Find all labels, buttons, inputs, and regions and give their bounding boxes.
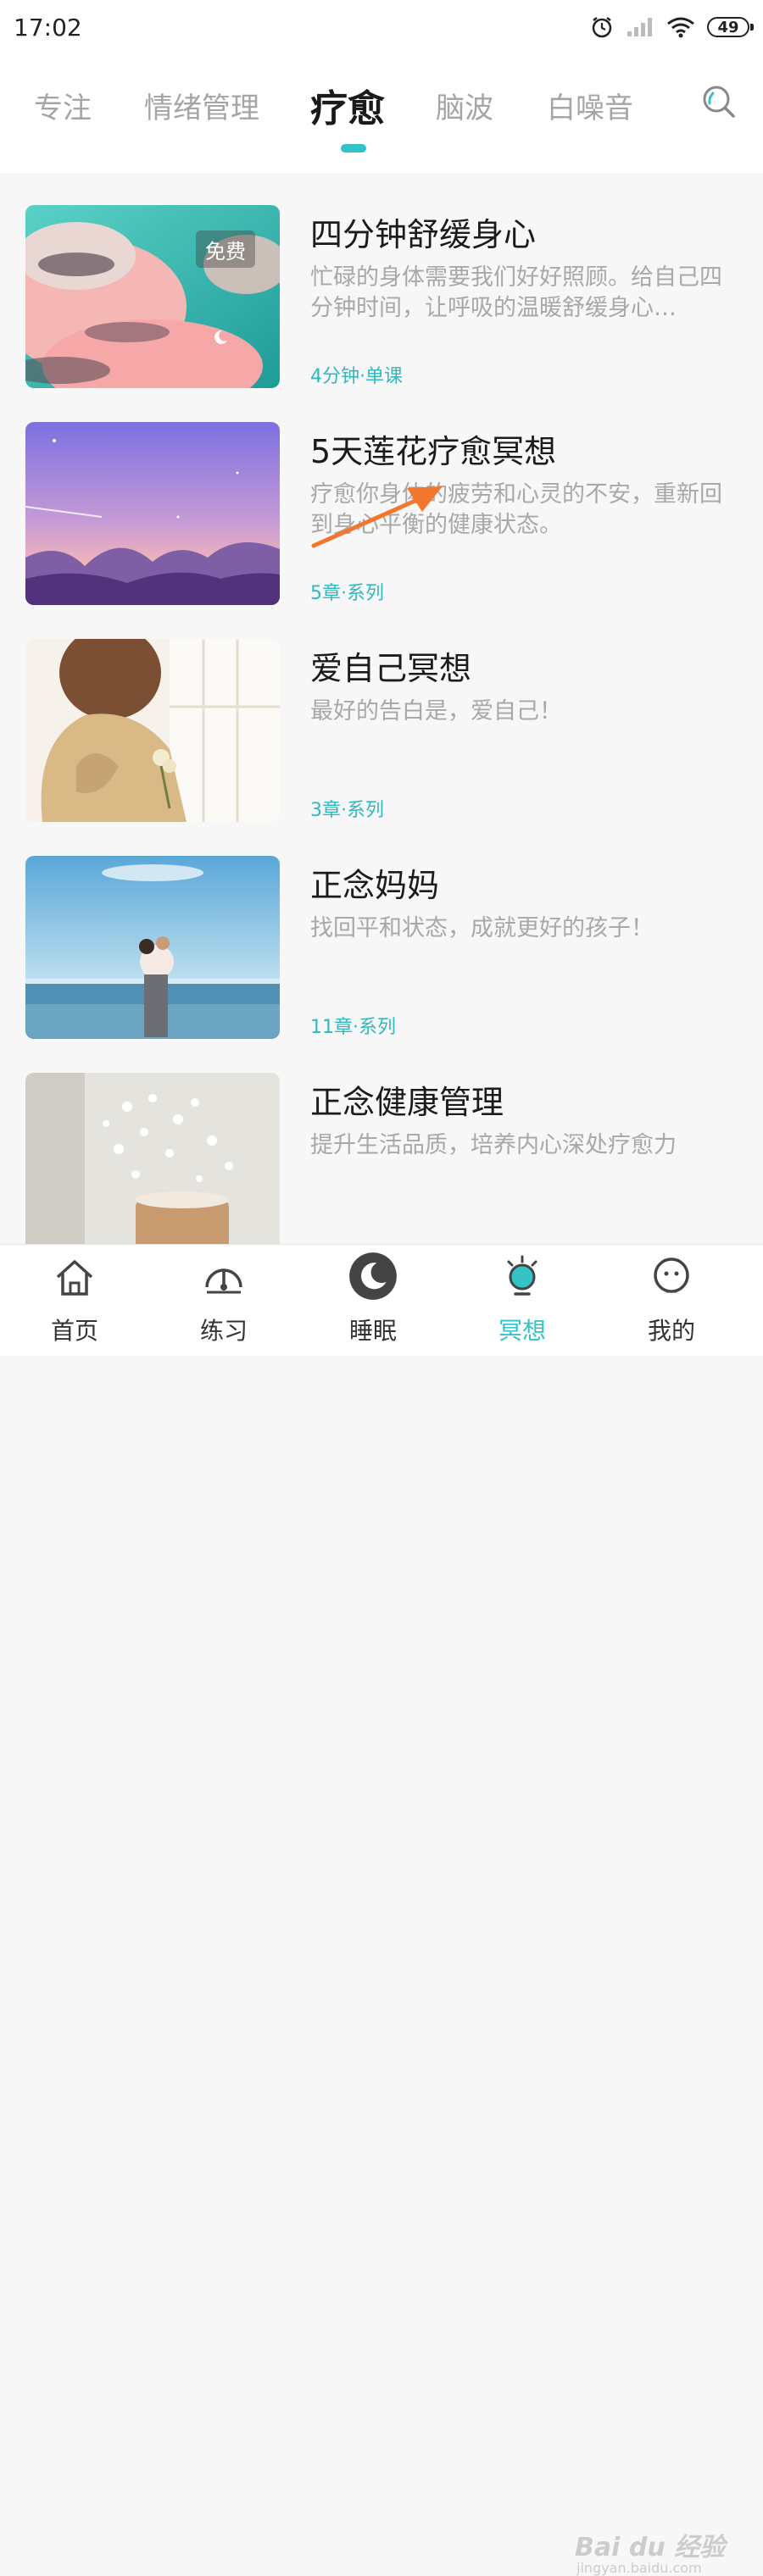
status-bar: 17:02 49 [0, 0, 763, 54]
nav-meditate[interactable]: 冥想 [463, 1245, 582, 1357]
status-icons: 49 [590, 15, 754, 39]
battery-level: 49 [717, 18, 739, 36]
course-title: 四分钟舒缓身心 [310, 216, 537, 253]
battery-icon: 49 [707, 17, 754, 37]
course-description: 提升生活品质，培养内心深处疗愈力 [310, 1132, 677, 1158]
nav-label: 冥想 [498, 1317, 546, 1345]
tab-emotion-management[interactable]: 情绪管理 [144, 85, 259, 126]
search-icon[interactable] [700, 83, 738, 120]
tab-healing[interactable]: 疗愈 [310, 78, 385, 132]
course-meta: 5章·系列 [310, 583, 384, 604]
tab-white-noise[interactable]: 白噪音 [547, 85, 633, 126]
nav-label: 我的 [647, 1317, 695, 1345]
moon-icon [349, 1252, 397, 1300]
nav-label: 睡眠 [348, 1317, 397, 1345]
course-thumbnail [25, 639, 280, 822]
course-thumbnail: 免费 [25, 205, 280, 388]
course-title: 正念妈妈 [310, 867, 440, 904]
nav-label: 练习 [199, 1317, 248, 1345]
bottom-nav: 首页 练习 睡眠 冥想 我的 Bai du 经验 jingyan.baidu.c… [0, 1244, 763, 2576]
course-meta: 11章·系列 [310, 1017, 396, 1038]
annotation-arrow [311, 486, 443, 548]
status-time: 17:02 [14, 13, 82, 42]
home-icon [56, 1260, 93, 1296]
tab-brainwave[interactable]: 脑波 [436, 85, 493, 126]
course-card[interactable]: 爱自己冥想 最好的告白是，爱自己！ 3章·系列 [0, 639, 763, 822]
watermark-url: jingyan.baidu.com [576, 2560, 702, 2576]
nav-label: 首页 [50, 1317, 98, 1345]
course-title: 5天莲花疗愈冥想 [310, 433, 557, 470]
course-card[interactable]: 正念妈妈 找回平和状态，成就更好的孩子！ 11章·系列 [0, 856, 763, 1039]
category-tabs: 专注 情绪管理 疗愈 脑波 白噪音 [0, 54, 763, 173]
nav-sleep[interactable]: 睡眠 [314, 1245, 432, 1357]
face-icon [654, 1257, 689, 1293]
course-thumbnail [25, 1073, 280, 1244]
course-description: 找回平和状态，成就更好的孩子！ [310, 915, 654, 941]
course-thumbnail [25, 422, 280, 605]
course-title: 正念健康管理 [310, 1084, 504, 1121]
course-card[interactable]: 免费 四分钟舒缓身心 忙碌的身体需要我们好好照顾。给自己四分钟时间，让呼吸的温暖… [0, 205, 763, 388]
nav-practice[interactable]: 练习 [164, 1245, 283, 1357]
course-meta: 4分钟·单课 [310, 366, 403, 387]
signal-icon [627, 18, 652, 36]
alarm-icon [592, 17, 612, 38]
nav-home[interactable]: 首页 [15, 1245, 134, 1357]
course-card[interactable]: 正念健康管理 提升生活品质，培养内心深处疗愈力 [0, 1073, 763, 1244]
free-badge: 免费 [196, 230, 255, 268]
gauge-icon [205, 1269, 242, 1294]
course-title: 爱自己冥想 [310, 650, 472, 687]
course-list: 免费 四分钟舒缓身心 忙碌的身体需要我们好好照顾。给自己四分钟时间，让呼吸的温暖… [0, 173, 763, 1244]
course-meta: 3章·系列 [310, 800, 384, 821]
tab-active-indicator [341, 144, 366, 153]
course-thumbnail [25, 856, 280, 1039]
course-description: 最好的告白是，爱自己！ [310, 698, 562, 724]
bulb-icon [507, 1255, 537, 1296]
tab-focus[interactable]: 专注 [34, 85, 92, 126]
nav-mine[interactable]: 我的 [612, 1245, 731, 1357]
wifi-icon [667, 17, 694, 38]
course-description: 忙碌的身体需要我们好好照顾。给自己四分钟时间，让呼吸的温暖舒缓身心… [310, 264, 722, 321]
watermark: Bai du 经验 [575, 2533, 726, 2562]
